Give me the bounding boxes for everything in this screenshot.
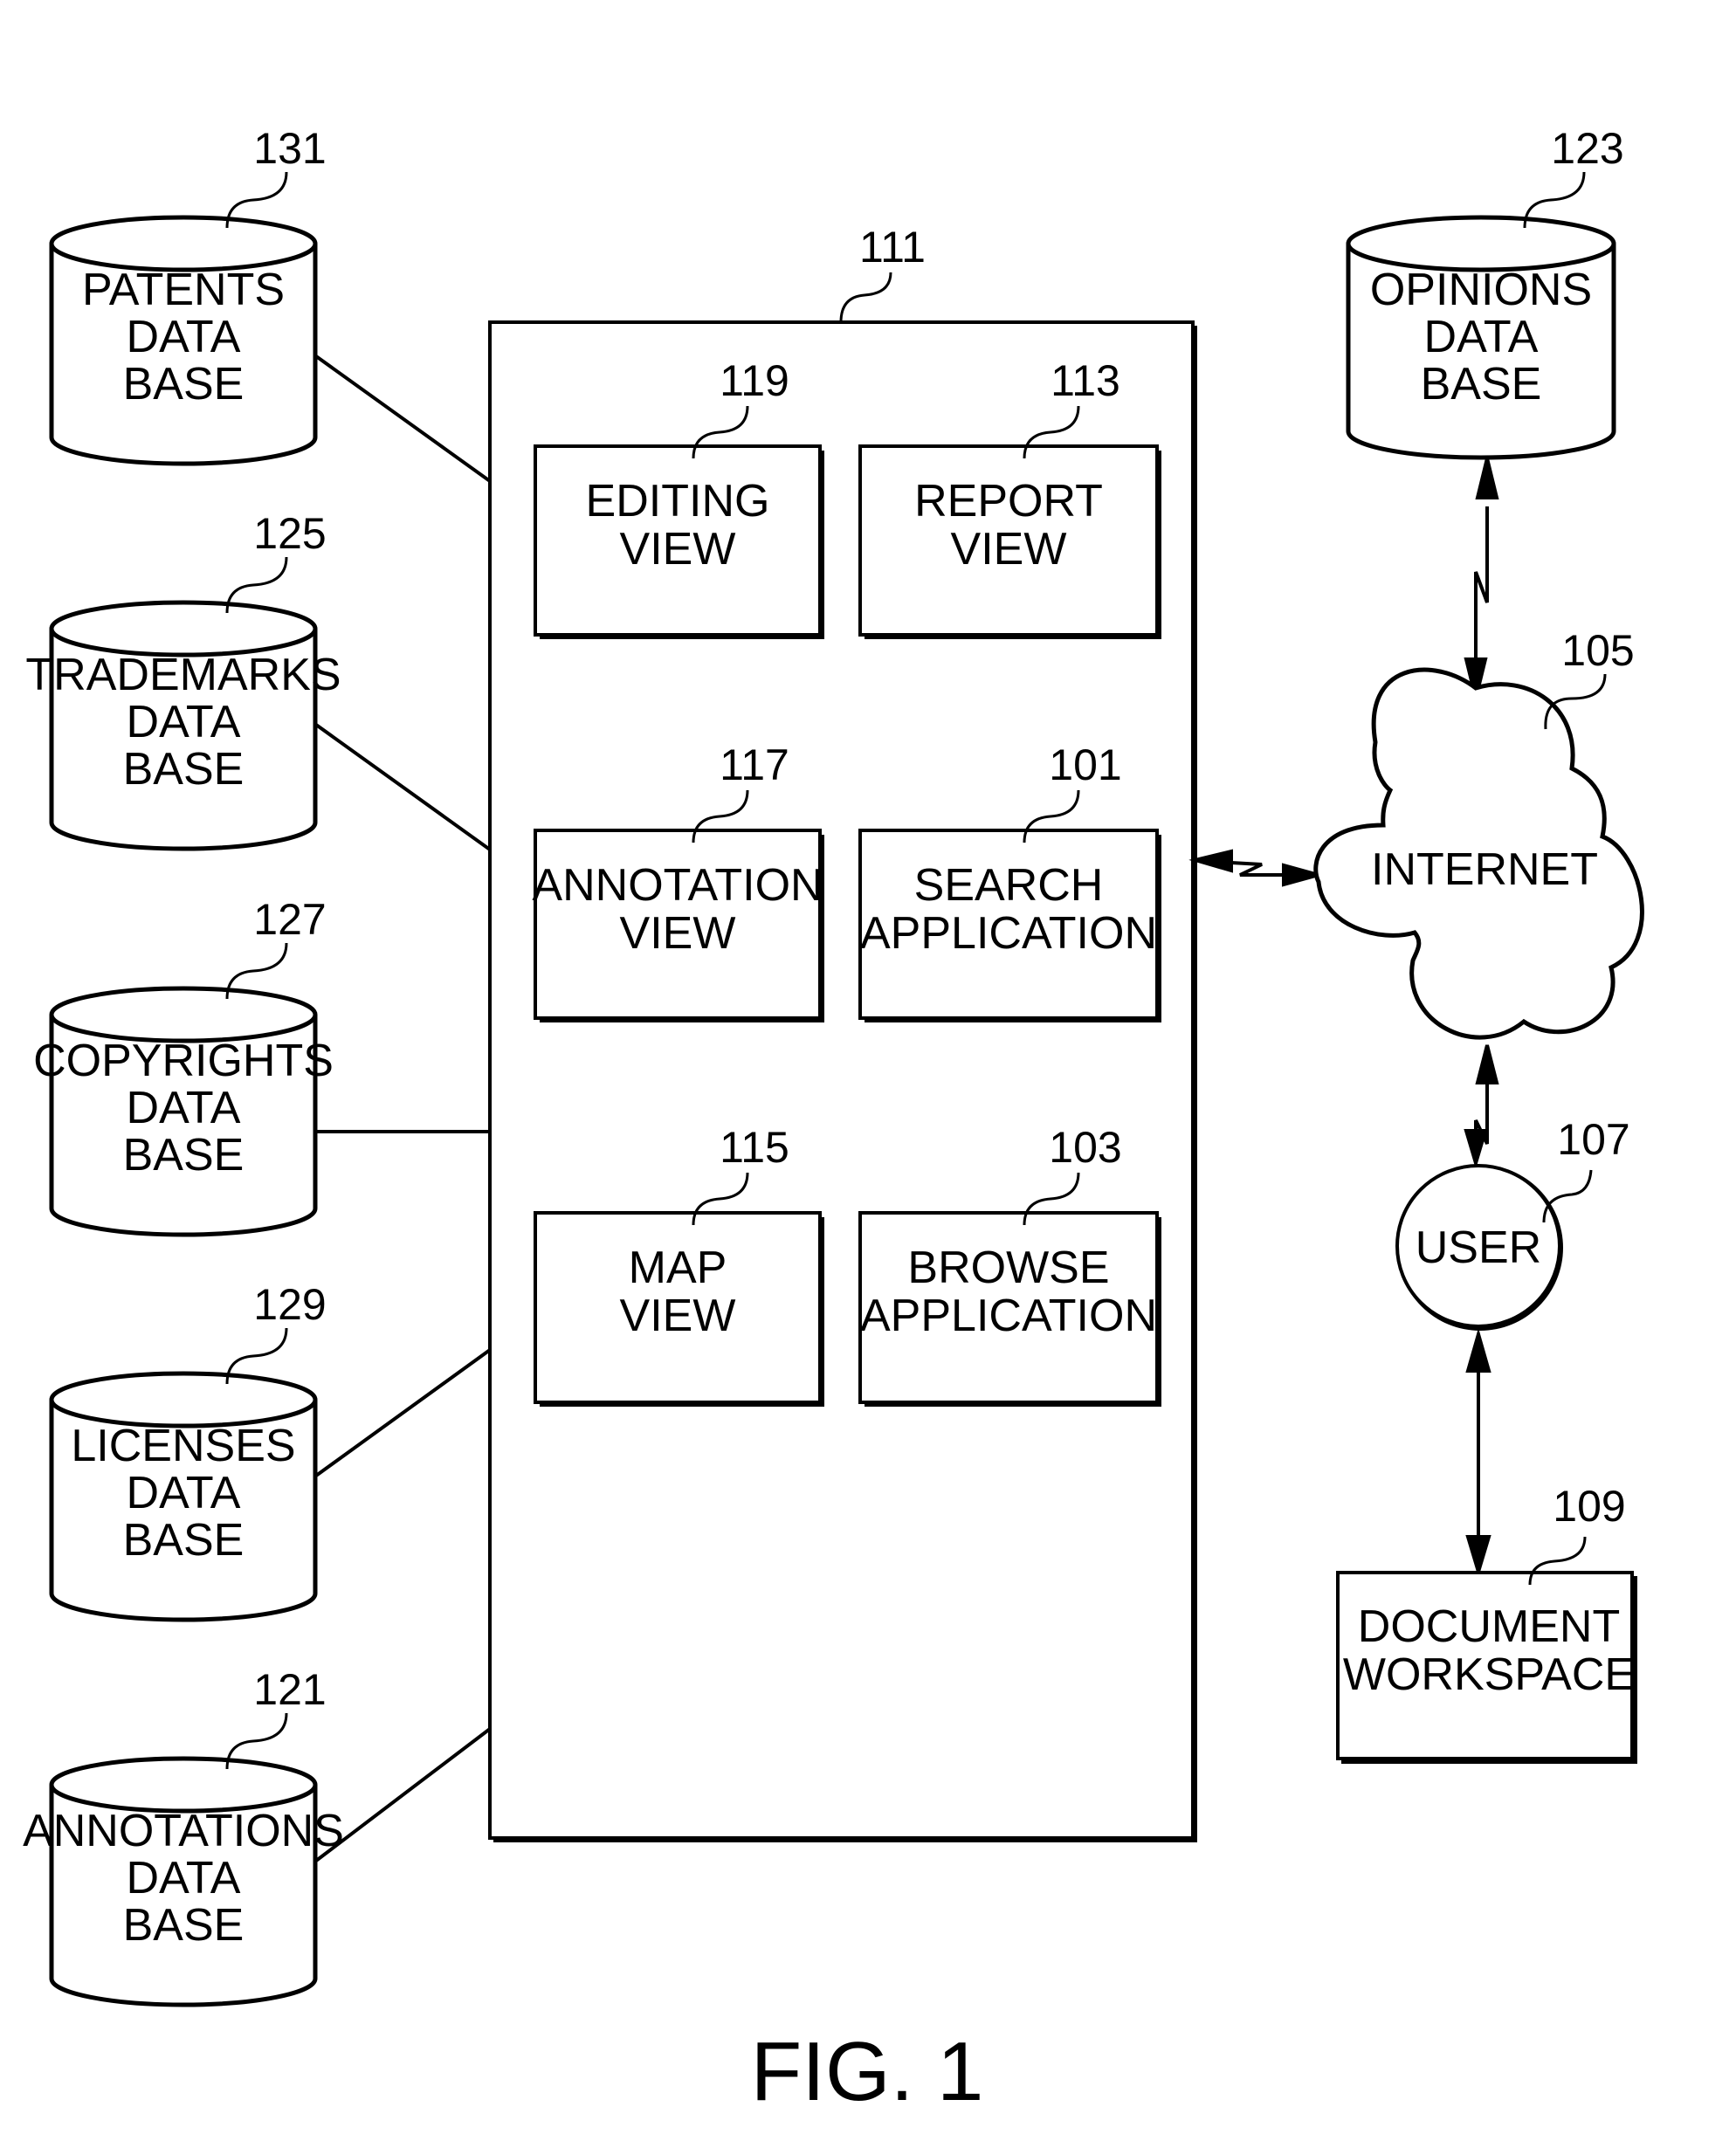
ref-105: 105 [1561,626,1634,675]
db-label-line: DATA [127,1468,241,1518]
ref-125: 125 [253,509,326,558]
module-label-line: VIEW [620,524,736,575]
module-label-line: BROWSE [907,1243,1109,1293]
connector-licenses [314,1348,492,1477]
db-label-line: DATA [127,312,241,362]
workspace-line-1: DOCUMENT [1358,1601,1620,1652]
module-label-line: APPLICATION [860,908,1157,959]
database-opinions: OPINIONSDATABASE 123 [1346,124,1624,460]
db-label-line: DATA [1424,312,1539,362]
module-label-line: EDITING [586,476,770,527]
ref-121: 121 [253,1665,326,1714]
cylinder-top [49,1371,318,1428]
leader-111 [839,272,892,323]
db-label-line: PATENTS [82,265,285,315]
ref-103: 103 [1049,1123,1121,1172]
arrowhead-down [1464,1129,1488,1170]
cylinder-top [49,986,318,1043]
arrowhead-right [1282,863,1326,887]
ref-111: 111 [859,223,926,272]
arrow-system-internet [1230,861,1288,877]
db-label-line: BASE [123,1900,245,1951]
ref-123: 123 [1551,124,1623,173]
database-licenses: LICENSESDATABASE 129 [49,1280,327,1622]
system-diagram: PATENTSDATABASE131TRADEMARKSDATABASE125C… [23,124,1644,2118]
arrowhead-up [1475,1044,1499,1084]
connector-trademarks [314,723,492,851]
ref-107: 107 [1557,1115,1629,1164]
ref-127: 127 [253,895,326,944]
ref-117: 117 [720,740,789,789]
arrow-opinions-internet [1474,506,1489,664]
internet-label: INTERNET [1371,844,1598,895]
arrowhead-left [1188,849,1233,873]
module-label-line: REPORT [914,476,1103,527]
db-label-line: DATA [127,1853,241,1903]
ref-131: 131 [253,124,326,173]
ref-115: 115 [720,1123,789,1172]
document-workspace: DOCUMENT WORKSPACE 109 [1336,1482,1637,1764]
internet-cloud: INTERNET 105 [1313,626,1644,1040]
database-trademarks: TRADEMARKSDATABASE 125 [25,509,341,851]
db-label-line: BASE [123,1130,245,1181]
cylinder-top [1346,215,1616,272]
left-databases: PATENTSDATABASE131TRADEMARKSDATABASE125C… [23,124,344,2007]
db-label-line: BASE [123,744,245,795]
user-node: USER 107 [1395,1115,1630,1331]
db-label-line: BASE [1421,359,1542,410]
db-connectors [314,355,492,1862]
connector-patents [314,355,492,483]
opinions-database: OPINIONSDATABASE 123 [1346,124,1624,460]
db-label-line: ANNOTATIONS [23,1806,344,1856]
db-label-line: OPINIONS [1370,265,1592,315]
workspace-line-2: WORKSPACE [1343,1649,1635,1700]
module-label-line: SEARCH [914,860,1104,911]
module-label-line: APPLICATION [860,1291,1157,1341]
arrowhead-up [1465,1327,1491,1373]
module-label-line: VIEW [620,908,736,959]
database-patents: PATENTSDATABASE 131 [49,124,327,466]
ref-119: 119 [720,356,789,405]
ref-101: 101 [1049,740,1121,789]
module-label-line: VIEW [620,1291,736,1341]
user-label: USER [1416,1222,1541,1273]
ref-109: 109 [1553,1482,1625,1531]
db-label-line: BASE [123,1515,245,1566]
module-label-line: VIEW [951,524,1067,575]
cylinder-top [49,600,318,657]
ref-129: 129 [253,1280,326,1329]
module-label-line: MAP [629,1243,727,1293]
db-label-line: DATA [127,697,241,747]
db-label-line: LICENSES [71,1421,295,1471]
database-copyrights: COPYRIGHTSDATABASE 127 [33,895,334,1237]
module-label-line: ANNOTATION [532,860,823,911]
db-label-line: DATA [127,1083,241,1133]
ref-113: 113 [1051,356,1120,405]
db-label-line: TRADEMARKS [25,650,341,700]
db-label-line: COPYRIGHTS [33,1036,334,1086]
arrowhead-up [1475,458,1499,499]
database-annotations: ANNOTATIONSDATABASE 121 [23,1665,344,2007]
cylinder-top [49,1756,318,1814]
cylinder-top [49,215,318,272]
figure-caption: FIG. 1 [751,2025,984,2118]
arrowhead-down [1465,1535,1491,1578]
db-label-line: BASE [123,359,245,410]
